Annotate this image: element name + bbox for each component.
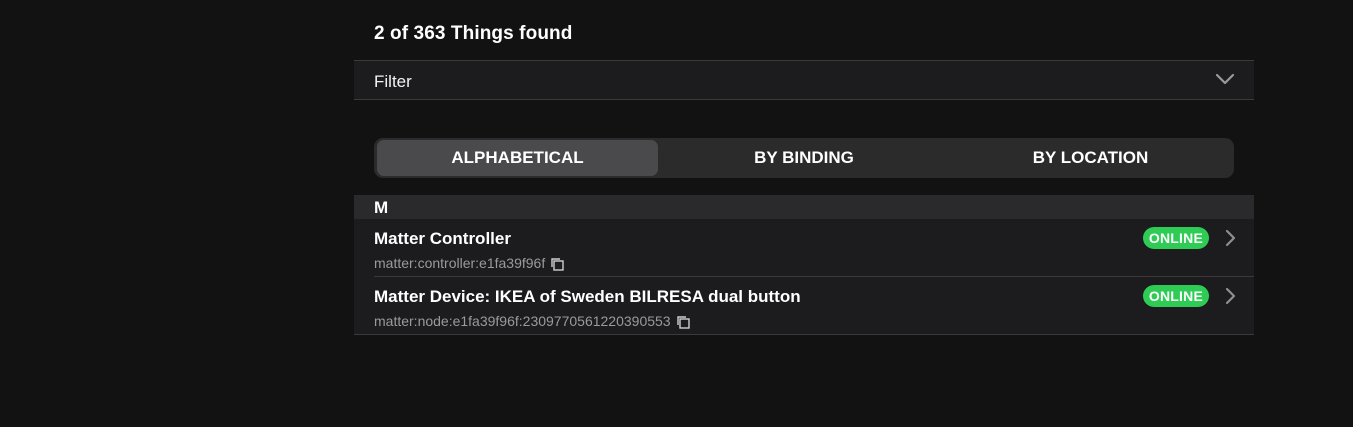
chevron-right-icon — [1225, 229, 1236, 247]
view-mode-segmented-control: ALPHABETICAL BY BINDING BY LOCATION — [374, 138, 1234, 178]
thing-uid-container: matter:node:e1fa39f96f:23097705612203905… — [374, 311, 691, 330]
tab-alphabetical[interactable]: ALPHABETICAL — [377, 140, 658, 176]
thing-row[interactable]: Matter Device: IKEA of Sweden BILRESA du… — [354, 277, 1254, 335]
thing-uid: matter:node:e1fa39f96f:23097705612203905… — [374, 312, 671, 329]
thing-row[interactable]: Matter Controller matter:controller:e1fa… — [354, 219, 1254, 277]
thing-name: Matter Controller — [374, 229, 511, 248]
list-end-divider — [354, 334, 1254, 335]
chevron-down-icon[interactable] — [1214, 71, 1236, 87]
thing-uid-container: matter:controller:e1fa39f96f — [374, 253, 565, 272]
copy-icon[interactable] — [675, 314, 691, 330]
tab-by-binding[interactable]: BY BINDING — [662, 140, 946, 176]
copy-icon[interactable] — [549, 256, 565, 272]
filter-label: Filter — [374, 72, 412, 91]
group-header: M — [354, 195, 1254, 219]
filter-bar[interactable]: Filter — [354, 60, 1254, 100]
tab-by-location[interactable]: BY LOCATION — [950, 140, 1231, 176]
thing-name: Matter Device: IKEA of Sweden BILRESA du… — [374, 287, 801, 306]
status-badge: ONLINE — [1142, 285, 1209, 307]
thing-uid: matter:controller:e1fa39f96f — [374, 254, 546, 271]
status-badge: ONLINE — [1142, 227, 1209, 249]
group-letter: M — [374, 198, 389, 217]
chevron-right-icon — [1225, 287, 1236, 305]
result-count: 2 of 363 Things found — [374, 23, 573, 44]
